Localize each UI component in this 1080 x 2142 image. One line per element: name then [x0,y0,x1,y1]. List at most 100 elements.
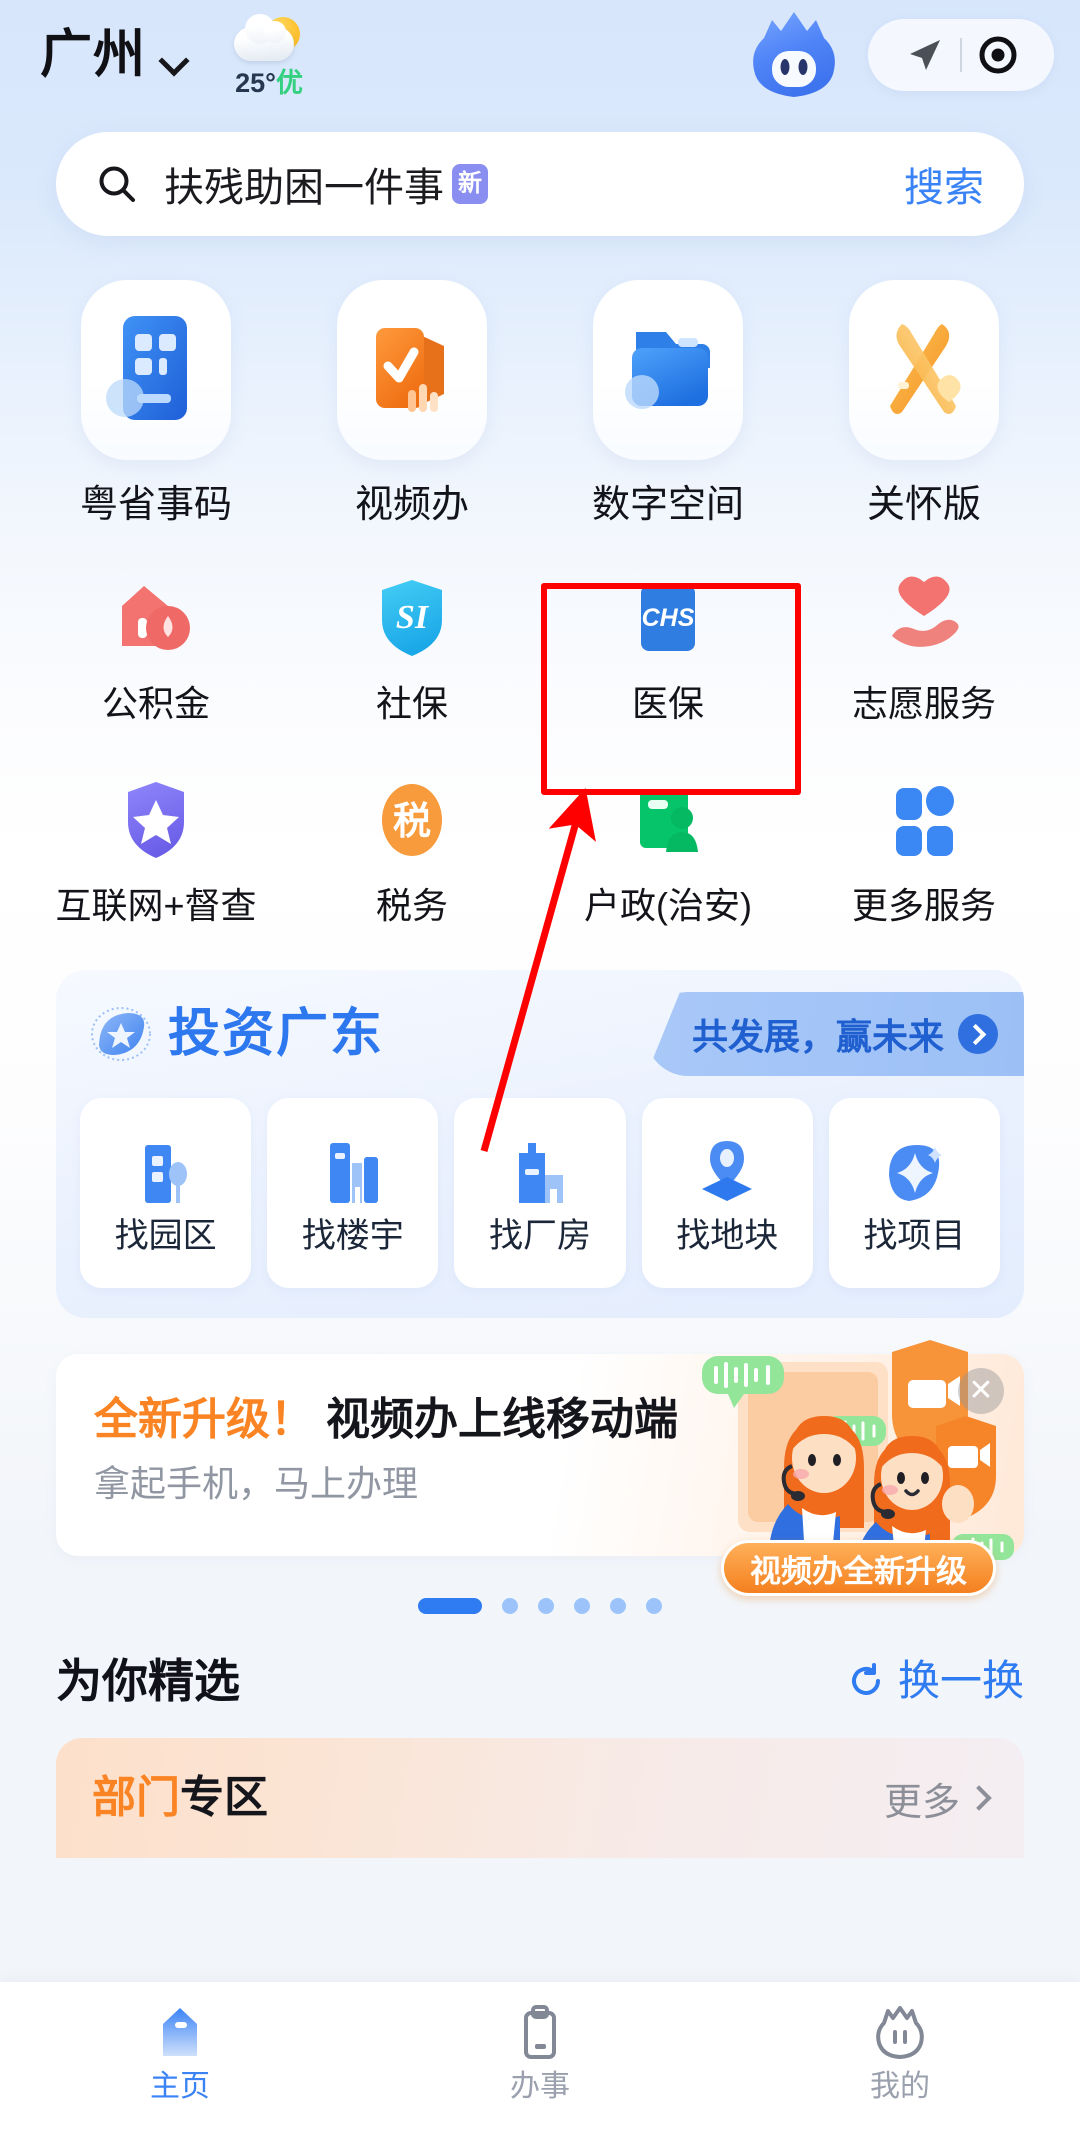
navigation-arrow-icon[interactable] [896,27,952,83]
video-promo-banner[interactable]: 全新升级！ 视频办上线移动端 拿起手机，马上办理 ✕ 视频办全新升级 [56,1340,1024,1596]
invest-item-label: 找厂房 [489,1217,591,1255]
search-button[interactable]: 搜索 [904,155,984,213]
tab-banshi[interactable]: 办事 [360,2002,720,2102]
tab-label: 我的 [870,2070,930,2103]
grid-item-shebao[interactable]: SI 社保 [284,570,540,722]
city-selector[interactable]: 广州 [40,29,186,81]
mascot-avatar-icon[interactable] [746,7,842,103]
carousel-dot[interactable] [574,1598,590,1614]
weather-text: 25°优 [235,70,303,97]
grid-item-label: 公积金 [101,683,210,724]
grid-item-shipinban[interactable]: 视频办 [284,280,540,524]
carousel-dot[interactable] [502,1598,518,1614]
dept-title-dark: 专区 [180,1773,268,1822]
grid-item-gengduofuwu[interactable]: 更多服务 [796,772,1052,924]
invest-item-yuanqu[interactable]: 找园区 [80,1098,252,1288]
invest-item-xiangmu[interactable]: 找项目 [828,1098,1001,1288]
grid-item-yibao[interactable]: CHS 医保 [540,570,796,722]
project-spark-icon [877,1133,951,1205]
grid-item-label: 粤省事码 [79,484,232,526]
for-you-section-header: 为你精选 换一换 [0,1658,1080,1704]
grid-row-3: 互联网+督查 税 税务 户政(治安) 更多服务 [28,772,1052,924]
dept-zone-card[interactable]: 部门专区 更多 [56,1738,1024,1858]
heart-hand-icon [876,570,972,666]
invest-tag-text: 共发展，赢未来 [691,1016,944,1057]
invest-item-label: 找项目 [863,1217,966,1255]
svg-text:SI: SI [396,599,430,636]
svg-text:税: 税 [393,801,431,843]
grid-item-hulianwangducha[interactable]: 互联网+督查 [28,772,284,924]
search-section: 扶残助困一件事 新 搜索 [0,132,1080,236]
pill-divider [960,38,962,72]
ribbon-heart-icon [849,280,999,460]
dept-card-title: 部门专区 [92,1776,268,1820]
search-keyword-wrap: 扶残助困一件事 新 [164,155,488,213]
invest-card-tag[interactable]: 共发展，赢未来 [645,992,1024,1076]
weather-widget[interactable]: 25°优 [232,14,306,97]
video-banner-title: 全新升级！ 视频办上线移动端 [94,1398,678,1442]
tax-circle-icon: 税 [364,772,460,868]
invest-item-label: 找地块 [676,1217,779,1255]
grid-item-label: 医保 [631,683,704,724]
invest-item-list: 找园区 找楼宇 找厂房 找地块 找项目 [56,1098,1024,1288]
invest-item-label: 找园区 [114,1217,217,1255]
dept-more-label: 更多 [883,1781,960,1824]
grid-item-shuzikongjian[interactable]: 数字空间 [540,280,796,524]
tab-label: 主页 [150,2070,210,2103]
quick-access-grid: 粤省事码 视频办 数字空间 关怀版 公积金 SI 社保 CHS 医保 志愿服务 … [0,280,1080,924]
target-dot-icon[interactable] [970,27,1026,83]
grid-item-label: 更多服务 [851,885,996,926]
land-pin-icon [690,1133,764,1205]
header-action-pill [868,19,1054,91]
grid-item-huzheng[interactable]: 户政(治安) [540,772,796,924]
grid-item-label: 志愿服务 [851,683,996,724]
refresh-button[interactable]: 换一换 [846,1660,1024,1702]
carousel-dot[interactable] [646,1598,662,1614]
sun-behind-cloud-icon [232,14,306,65]
dept-more-button[interactable]: 更多 [883,1771,992,1826]
city-name: 广州 [40,26,147,84]
close-icon[interactable]: ✕ [958,1368,1004,1414]
si-shield-icon: SI [364,570,460,666]
carousel-dot[interactable] [610,1598,626,1614]
video-banner-badge: 视频办全新升级 [721,1540,996,1596]
tab-mine[interactable]: 我的 [720,2002,1080,2102]
invest-card-title: 投资广东 [168,1005,385,1063]
grid-item-zhiyuanfuwu[interactable]: 志愿服务 [796,570,1052,722]
tab-home[interactable]: 主页 [0,2002,360,2102]
invest-item-changfang[interactable]: 找厂房 [454,1098,626,1288]
grid-item-label: 户政(治安) [584,885,752,926]
dept-title-orange: 部门 [92,1773,180,1822]
carousel-dot[interactable] [538,1598,554,1614]
grid-item-guanhuaiban[interactable]: 关怀版 [796,280,1052,524]
refresh-icon [852,1663,880,1695]
search-keyword: 扶残助困一件事 [164,166,444,210]
blue-folder-icon [593,280,743,460]
grid-item-label: 税务 [375,885,448,926]
page-title: 为你精选 [56,1655,240,1707]
id-card-person-icon [620,772,716,868]
invest-guangdong-card[interactable]: 投资广东 共发展，赢未来 找园区 找楼宇 找厂房 找地块 找项目 [56,970,1024,1318]
search-input[interactable]: 扶残助困一件事 新 搜索 [56,132,1024,236]
search-new-badge: 新 [452,164,488,204]
grid-item-label: 互联网+督查 [55,885,257,926]
chevron-down-icon [160,48,186,74]
invest-item-label: 找楼宇 [301,1217,404,1255]
carousel-dot-active[interactable] [418,1598,482,1614]
invest-item-louyu[interactable]: 找楼宇 [267,1098,439,1288]
invest-item-dikuai[interactable]: 找地块 [641,1098,813,1288]
grid-item-shuiwu[interactable]: 税 税务 [284,772,540,924]
factory-icon [503,1133,577,1205]
house-fund-icon [108,570,204,666]
grid-row-1: 粤省事码 视频办 数字空间 关怀版 [28,280,1052,524]
grid-item-yueshengshima[interactable]: 粤省事码 [28,280,284,524]
refresh-label: 换一换 [897,1657,1024,1704]
video-banner-subtitle: 拿起手机，马上办理 [94,1463,419,1504]
invest-globe-icon [90,1003,152,1065]
qr-card-icon [81,280,231,460]
grid-item-gongjijin[interactable]: 公积金 [28,570,284,722]
park-building-icon [129,1133,203,1205]
grid-item-label: 视频办 [354,484,469,526]
grid-item-label: 社保 [375,683,448,724]
grid-row-2: 公积金 SI 社保 CHS 医保 志愿服务 [28,570,1052,722]
